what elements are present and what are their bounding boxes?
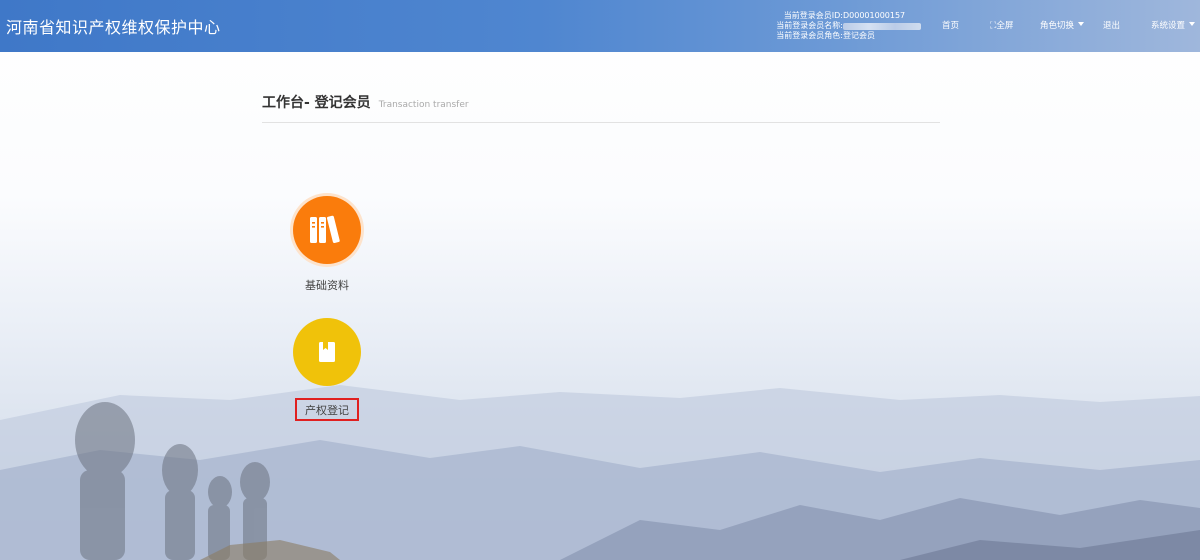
page-title-main: 工作台- 登记会员: [262, 95, 371, 111]
tile-basic-info[interactable]: 基础资料: [282, 196, 372, 294]
page-title: 工作台- 登记会员 Transaction transfer: [262, 92, 469, 112]
nav-home[interactable]: 首页: [942, 19, 959, 31]
chevron-down-icon: [1078, 22, 1085, 26]
member-id-label: 当前登录会员ID:: [783, 11, 843, 20]
chevron-down-icon: [1189, 22, 1196, 26]
page-subtitle: Transaction transfer: [378, 100, 469, 110]
tile-basic-info-label: 基础资料: [305, 279, 349, 292]
site-title: 河南省知识产权维权保护中心: [6, 18, 221, 37]
member-id-value: D00001000157: [843, 11, 906, 20]
books-icon: [310, 215, 340, 244]
tile-property-registration-label: 产权登记: [295, 398, 359, 421]
login-info: 当前登录会员ID: D00001000157 当前登录会员名称: 当前登录会员角色…: [772, 11, 921, 41]
member-role-label: 当前登录会员角色:: [776, 31, 843, 40]
nav-settings-label: 系统设置: [1151, 21, 1186, 31]
tile-property-registration-circle: [293, 318, 361, 386]
nav-settings[interactable]: 系统设置: [1151, 19, 1196, 31]
member-name-label: 当前登录会员名称:: [776, 21, 843, 30]
background-landscape: [0, 0, 1200, 560]
tile-property-registration[interactable]: 产权登记: [282, 318, 372, 421]
nav-role-switch-label: 角色切换: [1040, 21, 1075, 31]
nav-logout[interactable]: 退出: [1103, 19, 1120, 31]
register-book-icon: [319, 342, 335, 362]
tile-basic-info-circle: [293, 196, 361, 264]
nav-role-switch[interactable]: 角色切换: [1040, 19, 1085, 31]
member-role-value: 登记会员: [843, 31, 875, 40]
title-divider: [262, 122, 940, 123]
member-name-redacted: [843, 23, 921, 30]
nav-fullscreen[interactable]: ⛶全屏: [990, 19, 1013, 31]
nav-fullscreen-label: 全屏: [996, 21, 1014, 31]
top-header: 河南省知识产权维权保护中心 当前登录会员ID: D00001000157 当前登录…: [0, 0, 1200, 52]
